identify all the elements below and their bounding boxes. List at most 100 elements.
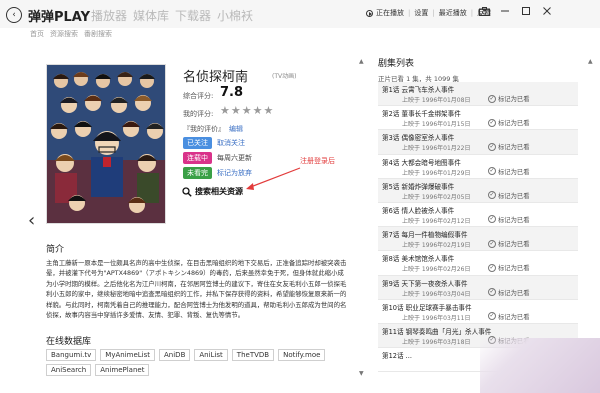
star-icon[interactable]: ★ bbox=[231, 105, 241, 116]
mark-watched-label: 标记为已看 bbox=[498, 289, 530, 297]
list-item[interactable]: 第2话 董事长千金绑架事件 上映于 1996年01月15日 ✓ 标记为已看 bbox=[378, 106, 578, 131]
list-item[interactable]: 第7话 每月一件植物编假事件 上映于 1996年02月19日 ✓ 标记为已看 bbox=[378, 227, 578, 252]
tab-media-library[interactable]: 媒体库 bbox=[133, 7, 169, 24]
tab-assistant[interactable]: 小棉袄 bbox=[217, 7, 253, 24]
maximize-icon[interactable] bbox=[520, 5, 532, 17]
minimize-icon[interactable] bbox=[499, 5, 511, 17]
mark-watched-label: 标记为已看 bbox=[498, 120, 530, 128]
episode-title: 第4话 大都会暗号地图事件 bbox=[382, 158, 461, 167]
edit-review-link[interactable]: 编辑 bbox=[229, 124, 243, 134]
db-link-animeplanet[interactable]: AnimePlanet bbox=[95, 364, 150, 376]
star-icon[interactable]: ★ bbox=[264, 105, 274, 116]
mark-watched-button[interactable]: ✓标记为已看 bbox=[488, 94, 529, 103]
mark-watched-label: 标记为已看 bbox=[498, 241, 530, 249]
watch-status-row: 未看完 标记为放弃 bbox=[183, 167, 252, 179]
settings-link[interactable]: 设置 bbox=[414, 8, 428, 18]
db-link-bangumi[interactable]: Bangumi.tv bbox=[46, 349, 97, 361]
episode-scrollbar[interactable]: ▲ ▼ bbox=[588, 58, 594, 378]
scroll-down-icon[interactable]: ▼ bbox=[359, 370, 364, 377]
episode-title: 第2话 董事长千金绑架事件 bbox=[382, 110, 461, 119]
star-icon[interactable]: ★ bbox=[220, 105, 230, 116]
mark-watched-label: 标记为已看 bbox=[498, 313, 530, 321]
mark-watched-button[interactable]: ✓标记为已看 bbox=[488, 288, 529, 297]
breadcrumb: 首页 资源搜索 番剧搜索 bbox=[30, 29, 112, 39]
show-type-tag: (TV动画) bbox=[272, 73, 297, 80]
tab-player[interactable]: 播放器 bbox=[91, 7, 127, 24]
list-item[interactable]: 第10话 职业足球赛手暴击事件 上映于 1996年03月11日 ✓ 标记为已看 bbox=[378, 300, 578, 324]
list-item[interactable]: 第5话 新婚炸弹爆破事件 上映于 1996年02月05日 ✓ 标记为已看 bbox=[378, 178, 578, 203]
recent-link[interactable]: 最近播放 bbox=[439, 8, 467, 18]
check-circle-icon: ✓ bbox=[488, 263, 496, 272]
list-item[interactable]: 第3话 偶像密室杀人事件 上映于 1996年01月22日 ✓ 标记为已看 bbox=[378, 130, 578, 155]
now-playing-link[interactable]: 正在播放 bbox=[376, 8, 404, 18]
mark-watched-button[interactable]: ✓标记为已看 bbox=[488, 191, 529, 200]
poster-illustration bbox=[47, 65, 165, 223]
episode-title: 第6话 情人脸被杀人事件 bbox=[382, 206, 455, 215]
breadcrumb-home[interactable]: 首页 bbox=[30, 29, 44, 39]
db-link-anisearch[interactable]: AniSearch bbox=[46, 364, 92, 376]
annotation-note: 注册登录后 bbox=[300, 157, 335, 165]
back-arrow-icon[interactable]: ‹ bbox=[6, 7, 22, 23]
update-schedule-text: 每周六更新 bbox=[217, 154, 252, 162]
check-circle-icon: ✓ bbox=[488, 191, 496, 200]
synopsis-text: 主角工藤新一原本是一位颇具名声的高中生侦探，在目击黑暗组织的地下交易后，正准备追… bbox=[46, 259, 347, 320]
episode-title: 第12话 ... bbox=[382, 352, 412, 361]
breadcrumb-resource-search[interactable]: 资源搜索 bbox=[50, 29, 78, 39]
list-item[interactable]: 第9话 天下第一夜夜杀人事件 上映于 1996年03月04日 ✓ 标记为已看 bbox=[378, 275, 578, 300]
episode-panel-header: 剧集列表 正片已看 1 集，共 1099 集 bbox=[378, 56, 578, 83]
episode-title: 第9话 天下第一夜夜杀人事件 bbox=[382, 279, 468, 288]
app-title: 弹弹PLAY bbox=[28, 10, 91, 25]
list-item[interactable]: 第1话 云霄飞车杀人事件 上映于 1996年01月08日 ✓ 标记为已看 bbox=[378, 82, 578, 107]
check-circle-icon: ✓ bbox=[488, 142, 496, 151]
episode-date: 上映于 1996年01月08日 bbox=[402, 97, 471, 104]
db-link-notify[interactable]: Notify.moe bbox=[278, 349, 326, 361]
score-value: 7.8 bbox=[220, 85, 244, 100]
unfinished-badge: 未看完 bbox=[183, 167, 212, 179]
window-controls bbox=[478, 5, 553, 17]
close-icon[interactable] bbox=[541, 5, 553, 17]
airing-badge: 连载中 bbox=[183, 152, 212, 164]
mark-watched-button[interactable]: ✓标记为已看 bbox=[488, 215, 529, 224]
mark-watched-button[interactable]: ✓标记为已看 bbox=[488, 142, 529, 151]
star-icon[interactable]: ★ bbox=[242, 105, 252, 116]
episode-title: 第1话 云霄飞车杀人事件 bbox=[382, 86, 455, 94]
search-resources-label: 搜索相关资源 bbox=[195, 187, 243, 196]
episode-date: 上映于 1996年01月22日 bbox=[402, 145, 471, 153]
scroll-up-icon[interactable]: ▲ bbox=[588, 58, 593, 65]
episode-date: 上映于 1996年03月11日 bbox=[402, 314, 471, 322]
followed-badge: 已关注 bbox=[183, 137, 212, 149]
detail-scrollbar[interactable]: ▲ ▼ bbox=[359, 58, 365, 378]
mark-watched-button[interactable]: ✓标记为已看 bbox=[488, 263, 529, 272]
episode-title: 第11话 钢琴奏鸣曲「月光」杀人事件 bbox=[382, 327, 492, 336]
camera-icon[interactable] bbox=[478, 5, 490, 17]
check-circle-icon: ✓ bbox=[488, 239, 496, 248]
episode-date: 上映于 1996年01月29日 bbox=[402, 169, 471, 177]
mark-watched-button[interactable]: ✓标记为已看 bbox=[488, 312, 529, 321]
db-link-anidb[interactable]: AniDB bbox=[159, 349, 191, 361]
mark-dropped-link[interactable]: 标记为放弃 bbox=[217, 168, 252, 178]
unfollow-link[interactable]: 取消关注 bbox=[217, 138, 245, 148]
previous-arrow-icon[interactable]: ‹ bbox=[28, 210, 35, 231]
episode-date: 上映于 1996年02月05日 bbox=[402, 193, 471, 201]
list-item[interactable]: 第8话 美术馆馆杀人事件 上映于 1996年02月26日 ✓ 标记为已看 bbox=[378, 251, 578, 276]
list-item[interactable]: 第4话 大都会暗号地图事件 上映于 1996年01月29日 ✓ 标记为已看 bbox=[378, 155, 578, 179]
tab-downloader[interactable]: 下载器 bbox=[175, 7, 211, 24]
db-link-thetvdb[interactable]: TheTVDB bbox=[231, 349, 275, 361]
episode-date: 上映于 1996年02月19日 bbox=[402, 242, 471, 250]
rating-stars[interactable]: ★ ★ ★ ★ ★ bbox=[220, 105, 273, 116]
episode-date: 上映于 1996年03月04日 bbox=[402, 290, 471, 298]
db-link-myanimelist[interactable]: MyAnimeList bbox=[100, 349, 156, 361]
mark-watched-button[interactable]: ✓标记为已看 bbox=[488, 167, 529, 176]
star-icon[interactable]: ★ bbox=[253, 105, 263, 116]
list-item[interactable]: 第6话 情人脸被杀人事件 上映于 1996年02月12日 ✓ 标记为已看 bbox=[378, 203, 578, 228]
score-label: 综合评分: bbox=[183, 92, 214, 100]
search-resources-button[interactable]: 搜索相关资源 bbox=[182, 186, 243, 197]
anime-poster bbox=[46, 64, 166, 224]
mark-watched-button[interactable]: ✓标记为已看 bbox=[488, 239, 529, 248]
breadcrumb-anime-search[interactable]: 番剧搜索 bbox=[84, 29, 112, 39]
episode-title: 第5话 新婚炸弹爆破事件 bbox=[382, 182, 455, 191]
mark-watched-button[interactable]: ✓标记为已看 bbox=[488, 118, 529, 127]
db-link-anilist[interactable]: AniList bbox=[194, 349, 228, 361]
episode-title: 第7话 每月一件植物编假事件 bbox=[382, 231, 468, 240]
scroll-up-icon[interactable]: ▲ bbox=[359, 58, 364, 65]
